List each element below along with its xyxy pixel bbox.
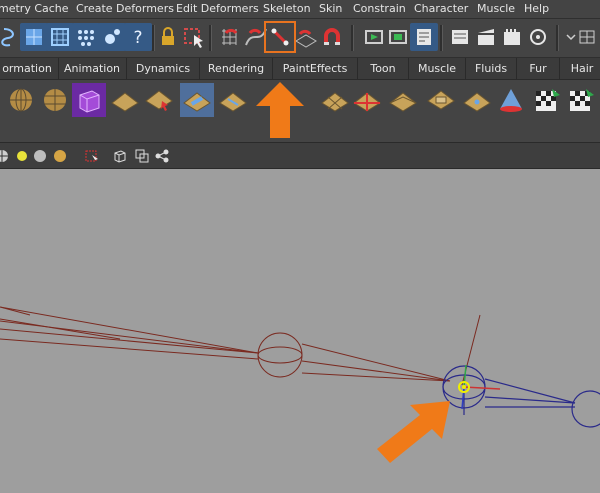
red-joint-chain xyxy=(0,306,481,386)
transform-gizmo[interactable] xyxy=(458,364,501,410)
select-tool-icon[interactable] xyxy=(84,148,100,164)
tab-painteffects[interactable]: PaintEffects xyxy=(273,58,358,79)
menu-skeleton[interactable]: Skeleton xyxy=(263,0,311,18)
plane-icon[interactable] xyxy=(180,83,214,117)
connect-icon[interactable] xyxy=(154,148,170,164)
toolbar-separator xyxy=(440,25,443,51)
render-icon[interactable] xyxy=(384,23,412,51)
point-snap-highlight xyxy=(264,21,296,53)
sphere-icon[interactable] xyxy=(38,83,72,117)
tab-toon[interactable]: Toon xyxy=(358,58,409,79)
joint-skeleton xyxy=(0,306,600,463)
plane-icon[interactable] xyxy=(350,83,384,117)
sphere-icon[interactable] xyxy=(52,148,68,164)
menu-character[interactable]: Character xyxy=(414,0,468,18)
render-settings-icon[interactable] xyxy=(446,23,474,51)
plane-icon[interactable] xyxy=(318,83,352,117)
vertex-icon[interactable] xyxy=(72,23,100,51)
tab-deformation[interactable]: ormation xyxy=(0,58,59,79)
menu-create-deformers[interactable]: Create Deformers xyxy=(76,0,174,18)
cone-icon[interactable] xyxy=(494,83,528,117)
cube-icon[interactable] xyxy=(112,148,128,164)
tab-muscle[interactable]: Muscle xyxy=(409,58,466,79)
plane-icon[interactable] xyxy=(142,83,176,117)
checker-icon[interactable] xyxy=(530,83,564,117)
tab-fur[interactable]: Fur xyxy=(517,58,560,79)
menu-geometry-cache[interactable]: metry Cache xyxy=(0,0,69,18)
shading-icon[interactable] xyxy=(0,148,10,164)
lattice-icon[interactable] xyxy=(46,23,74,51)
menu-skin[interactable]: Skin xyxy=(319,0,342,18)
tab-fluids[interactable]: Fluids xyxy=(466,58,517,79)
tab-hair[interactable]: Hair xyxy=(560,58,600,79)
annotation-arrow-diagonal xyxy=(377,401,450,463)
help-icon[interactable]: ? xyxy=(124,23,152,51)
status-toolbar: ? xyxy=(0,19,600,58)
layout-icon[interactable] xyxy=(574,23,600,51)
shelf-tab-bar: ormation Animation Dynamics Rendering Pa… xyxy=(0,58,600,80)
menu-help[interactable]: Help xyxy=(524,0,549,18)
tab-dynamics[interactable]: Dynamics xyxy=(127,58,200,79)
panel-toolbar xyxy=(0,143,600,169)
lasso-icon[interactable] xyxy=(0,23,22,51)
viewport[interactable] xyxy=(0,169,600,489)
batch-render-icon[interactable] xyxy=(498,23,526,51)
toolbar-separator xyxy=(209,25,212,51)
menu-edit-deformers[interactable]: Edit Deformers xyxy=(176,0,259,18)
svg-text:?: ? xyxy=(133,28,142,48)
cube-icon[interactable] xyxy=(72,83,106,117)
layout-icon[interactable] xyxy=(134,148,150,164)
shelf xyxy=(0,80,600,143)
sphere-icon[interactable] xyxy=(4,83,38,117)
light-icon[interactable] xyxy=(14,148,30,164)
lock-icon[interactable] xyxy=(154,23,182,51)
toolbar-separator xyxy=(351,25,354,51)
ipr-icon[interactable] xyxy=(410,23,438,51)
grid-snap-icon[interactable] xyxy=(216,23,244,51)
tab-animation[interactable]: Animation xyxy=(58,58,127,79)
plane-icon[interactable] xyxy=(460,83,494,117)
plane-icon[interactable] xyxy=(216,83,250,117)
checker-icon[interactable] xyxy=(564,83,598,117)
toolbar-separator xyxy=(556,25,559,51)
menu-muscle[interactable]: Muscle xyxy=(477,0,515,18)
camera-icon[interactable] xyxy=(98,23,126,51)
plane-icon[interactable] xyxy=(108,83,142,117)
tab-rendering[interactable]: Rendering xyxy=(200,58,273,79)
plane-snap-icon[interactable] xyxy=(292,23,320,51)
bake-icon[interactable] xyxy=(524,23,552,51)
magnet-icon[interactable] xyxy=(318,23,346,51)
blue-joint-chain xyxy=(442,365,600,428)
annotation-arrow-up xyxy=(256,82,304,138)
plane-icon[interactable] xyxy=(424,83,458,117)
select-tool-icon[interactable] xyxy=(180,23,208,51)
plane-icon[interactable] xyxy=(386,83,420,117)
clapboard-icon[interactable] xyxy=(472,23,500,51)
menu-constrain[interactable]: Constrain xyxy=(353,0,406,18)
sphere-icon[interactable] xyxy=(32,148,48,164)
menu-bar: metry Cache Create Deformers Edit Deform… xyxy=(0,0,600,19)
select-icon[interactable] xyxy=(20,23,48,51)
